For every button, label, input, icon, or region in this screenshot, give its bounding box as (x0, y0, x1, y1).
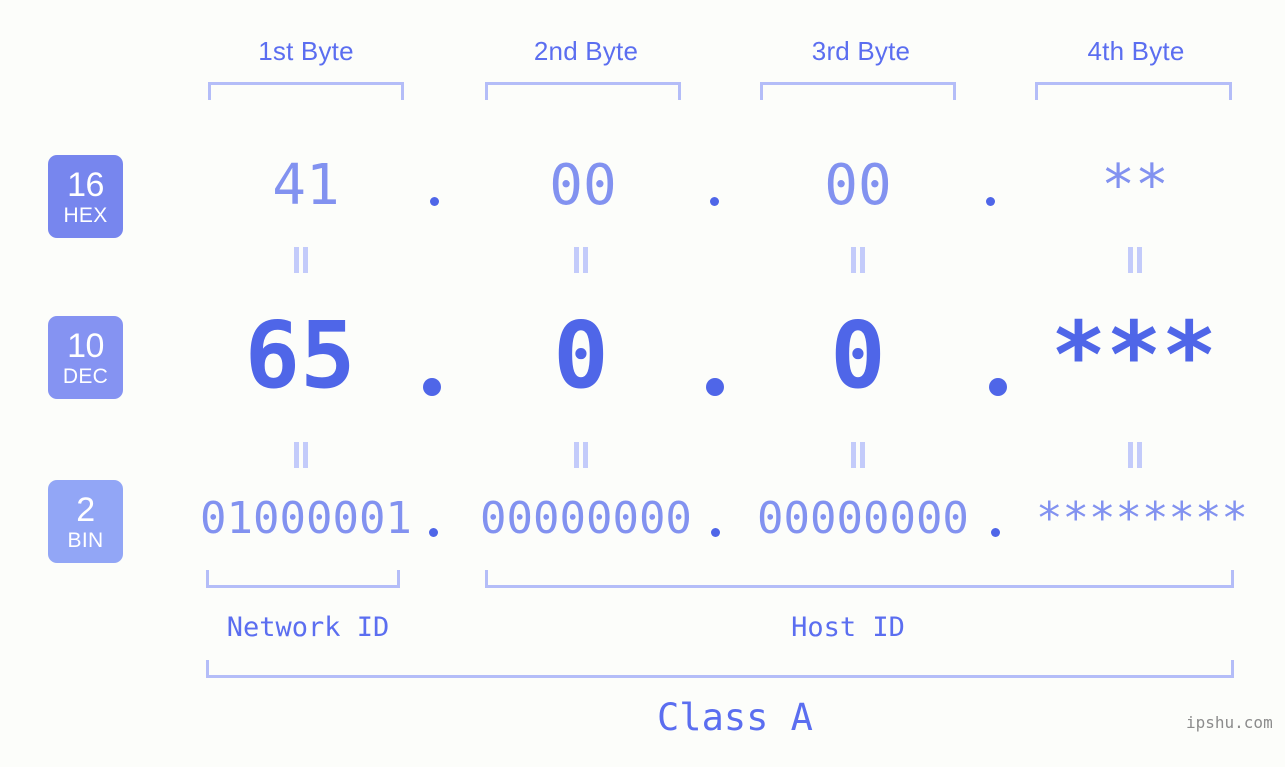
equals-hexdec-4 (1126, 247, 1144, 273)
base-badge-bin-number: 2 (76, 490, 95, 529)
bin-byte-3: 00000000 (757, 493, 969, 544)
dec-byte-2: 0 (553, 302, 609, 409)
base-badge-dec: 10 DEC (48, 316, 123, 399)
byte-header-3: 3rd Byte (811, 36, 911, 66)
network-id-label: Network ID (226, 612, 390, 643)
byte-header-1: 1st Byte (258, 36, 354, 66)
class-bracket (206, 660, 1234, 678)
ip-byte-diagram: 1st Byte 2nd Byte 3rd Byte 4th Byte 16 H… (0, 0, 1285, 767)
hex-separator-dot-3 (986, 197, 995, 206)
hex-byte-4: ** (1101, 153, 1169, 218)
base-badge-hex-number: 16 (67, 165, 104, 204)
equals-decbin-2 (572, 442, 590, 468)
equals-hexdec-3 (849, 247, 867, 273)
base-badge-bin-abbr: BIN (67, 528, 104, 552)
dec-separator-dot-1 (423, 378, 441, 396)
hex-byte-2: 00 (549, 153, 617, 218)
base-badge-hex: 16 HEX (48, 155, 123, 238)
hex-separator-dot-1 (430, 197, 439, 206)
equals-decbin-3 (849, 442, 867, 468)
equals-decbin-1 (292, 442, 310, 468)
base-badge-dec-number: 10 (67, 326, 104, 365)
bin-separator-dot-1 (429, 528, 438, 537)
hex-byte-1: 41 (272, 153, 340, 218)
byte-bracket-3 (760, 82, 956, 100)
dec-byte-1: 65 (244, 302, 356, 409)
dec-byte-4: *** (1050, 302, 1218, 409)
dec-separator-dot-3 (989, 378, 1007, 396)
byte-bracket-1 (208, 82, 404, 100)
bin-separator-dot-3 (991, 528, 1000, 537)
base-badge-dec-abbr: DEC (62, 364, 109, 388)
site-watermark: ipshu.com (1186, 713, 1273, 732)
equals-hexdec-2 (572, 247, 590, 273)
bin-byte-4: ******** (1036, 493, 1248, 544)
network-id-bracket (206, 570, 400, 588)
base-badge-hex-abbr: HEX (63, 203, 108, 227)
hex-separator-dot-2 (710, 197, 719, 206)
bin-byte-2: 00000000 (480, 493, 692, 544)
class-label: Class A (657, 696, 813, 739)
bin-byte-1: 01000001 (200, 493, 412, 544)
host-id-label: Host ID (791, 612, 905, 643)
dec-byte-3: 0 (830, 302, 886, 409)
byte-bracket-4 (1035, 82, 1232, 100)
bin-separator-dot-2 (711, 528, 720, 537)
byte-bracket-2 (485, 82, 681, 100)
host-id-bracket (485, 570, 1234, 588)
equals-hexdec-1 (292, 247, 310, 273)
base-badge-bin: 2 BIN (48, 480, 123, 563)
byte-header-2: 2nd Byte (533, 36, 639, 66)
equals-decbin-4 (1126, 442, 1144, 468)
dec-separator-dot-2 (706, 378, 724, 396)
hex-byte-3: 00 (824, 153, 892, 218)
byte-header-4: 4th Byte (1087, 36, 1185, 66)
